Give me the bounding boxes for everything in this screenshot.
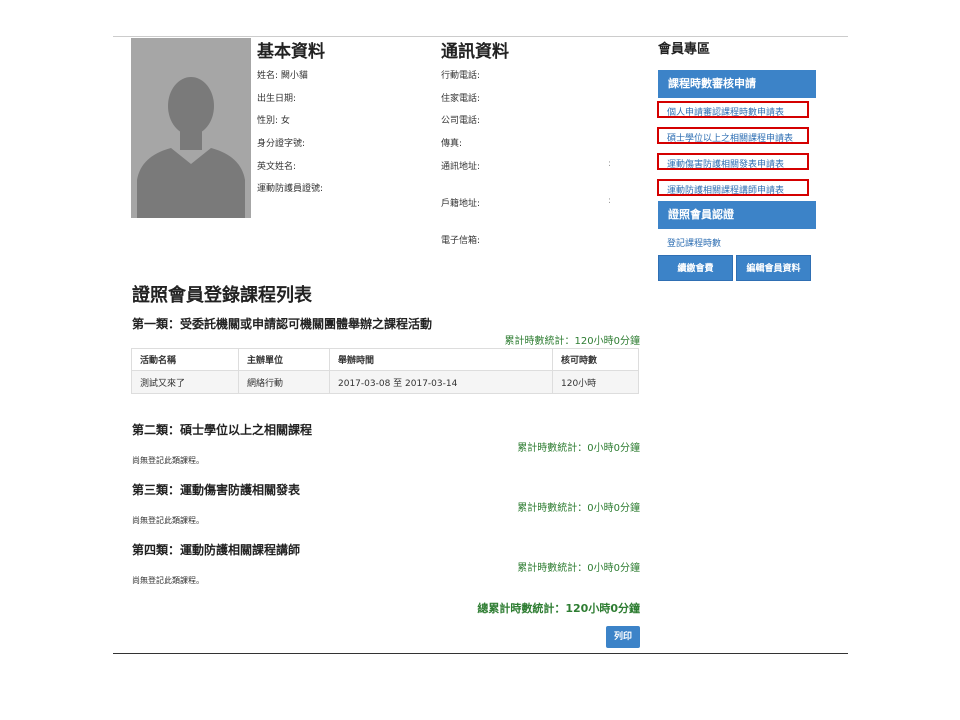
link-course-lecturer-application[interactable]: 運動防護相關課程講師申請表 <box>667 183 784 196</box>
cell-approved-hours: 120小時 <box>552 370 639 394</box>
category-1-total: 累計時數統計：120小時0分鐘 <box>504 336 640 347</box>
field-gender: 性別: 女 <box>257 116 290 126</box>
member-area-title: 會員專區 <box>658 42 711 57</box>
field-mailing-address: 通訊地址: <box>441 162 481 172</box>
category-4-title: 第四類：運動防護相關課程講師 <box>132 543 301 557</box>
category-1-title: 第一類：受委託機關或申請認可機關團體舉辦之課程活動 <box>132 317 433 331</box>
category-2-empty-text: 尚無登記此類課程。 <box>132 456 204 465</box>
field-home-phone: 住家電話: <box>441 94 481 104</box>
col-event-date: 舉辦時間 <box>329 348 553 371</box>
category-4-empty-text: 尚無登記此類課程。 <box>132 576 204 585</box>
field-office-phone: 公司電話: <box>441 116 481 126</box>
col-organizer: 主辦單位 <box>238 348 330 371</box>
cell-event-date: 2017-03-08 至 2017-03-14 <box>329 370 553 394</box>
link-personal-hours-application[interactable]: 個人申請審認課程時數申請表 <box>667 105 784 118</box>
field-license-number: 運動防護員證號: <box>257 184 324 194</box>
person-silhouette-icon <box>137 77 245 218</box>
highlight-box-4: 運動防護相關課程講師申請表 <box>657 179 809 196</box>
link-sports-injury-publication-application[interactable]: 運動傷害防護相關發表申請表 <box>667 157 784 170</box>
category-2-title: 第二類：碩士學位以上之相關課程 <box>132 423 313 437</box>
contact-info-title: 通訊資料 <box>441 42 509 62</box>
category-3-total: 累計時數統計：0小時0分鐘 <box>517 503 640 514</box>
link-masters-course-application[interactable]: 碩士學位以上之相關課程申請表 <box>667 131 793 144</box>
category-4-total: 累計時數統計：0小時0分鐘 <box>517 563 640 574</box>
print-button[interactable]: 列印 <box>606 626 640 648</box>
field-name: 姓名: 闕小貓 <box>257 71 308 81</box>
field-birthdate: 出生日期: <box>257 94 297 104</box>
table-header-row: 活動名稱 主辦單位 舉辦時間 核可時數 <box>131 348 639 371</box>
field-residence-address: 戶籍地址: <box>441 199 481 209</box>
field-mobile: 行動電話: <box>441 71 481 81</box>
residence-address-value: : <box>608 196 612 206</box>
cell-activity-name: 測試又來了 <box>131 370 239 394</box>
grand-total: 總累計時數統計：120小時0分鐘 <box>477 602 640 615</box>
col-approved-hours: 核可時數 <box>552 348 639 371</box>
field-fax: 傳真: <box>441 139 463 149</box>
certified-member-header[interactable]: 證照會員認證 <box>658 201 816 229</box>
table-row: 測試又來了 網絡行動 2017-03-08 至 2017-03-14 120小時 <box>131 370 639 394</box>
category-3-title: 第三類：運動傷害防護相關發表 <box>132 483 301 497</box>
basic-info-title: 基本資料 <box>257 42 325 62</box>
field-english-name: 英文姓名: <box>257 162 297 172</box>
course-hours-review-header[interactable]: 課程時數審核申請 <box>658 70 816 98</box>
course-table: 活動名稱 主辦單位 舉辦時間 核可時數 測試又來了 網絡行動 2017-03-0… <box>131 348 639 394</box>
field-id-number: 身分證字號: <box>257 139 306 149</box>
link-register-course-hours[interactable]: 登記課程時數 <box>667 236 721 249</box>
highlight-box-3: 運動傷害防護相關發表申請表 <box>657 153 809 170</box>
edit-profile-button[interactable]: 編輯會員資料 <box>736 255 811 281</box>
category-3-empty-text: 尚無登記此類課程。 <box>132 516 204 525</box>
renew-membership-button[interactable]: 續繳會費 <box>658 255 733 281</box>
page-title: 證照會員登錄課程列表 <box>132 285 312 306</box>
mailing-address-value: : <box>608 159 612 169</box>
cell-organizer: 網絡行動 <box>238 370 330 394</box>
category-2-total: 累計時數統計：0小時0分鐘 <box>517 443 640 454</box>
highlight-box-2: 碩士學位以上之相關課程申請表 <box>657 127 809 144</box>
field-email: 電子信箱: <box>441 236 481 246</box>
avatar <box>131 38 251 218</box>
highlight-box-1: 個人申請審認課程時數申請表 <box>657 101 809 118</box>
bottom-divider <box>113 653 848 654</box>
col-activity-name: 活動名稱 <box>131 348 239 371</box>
